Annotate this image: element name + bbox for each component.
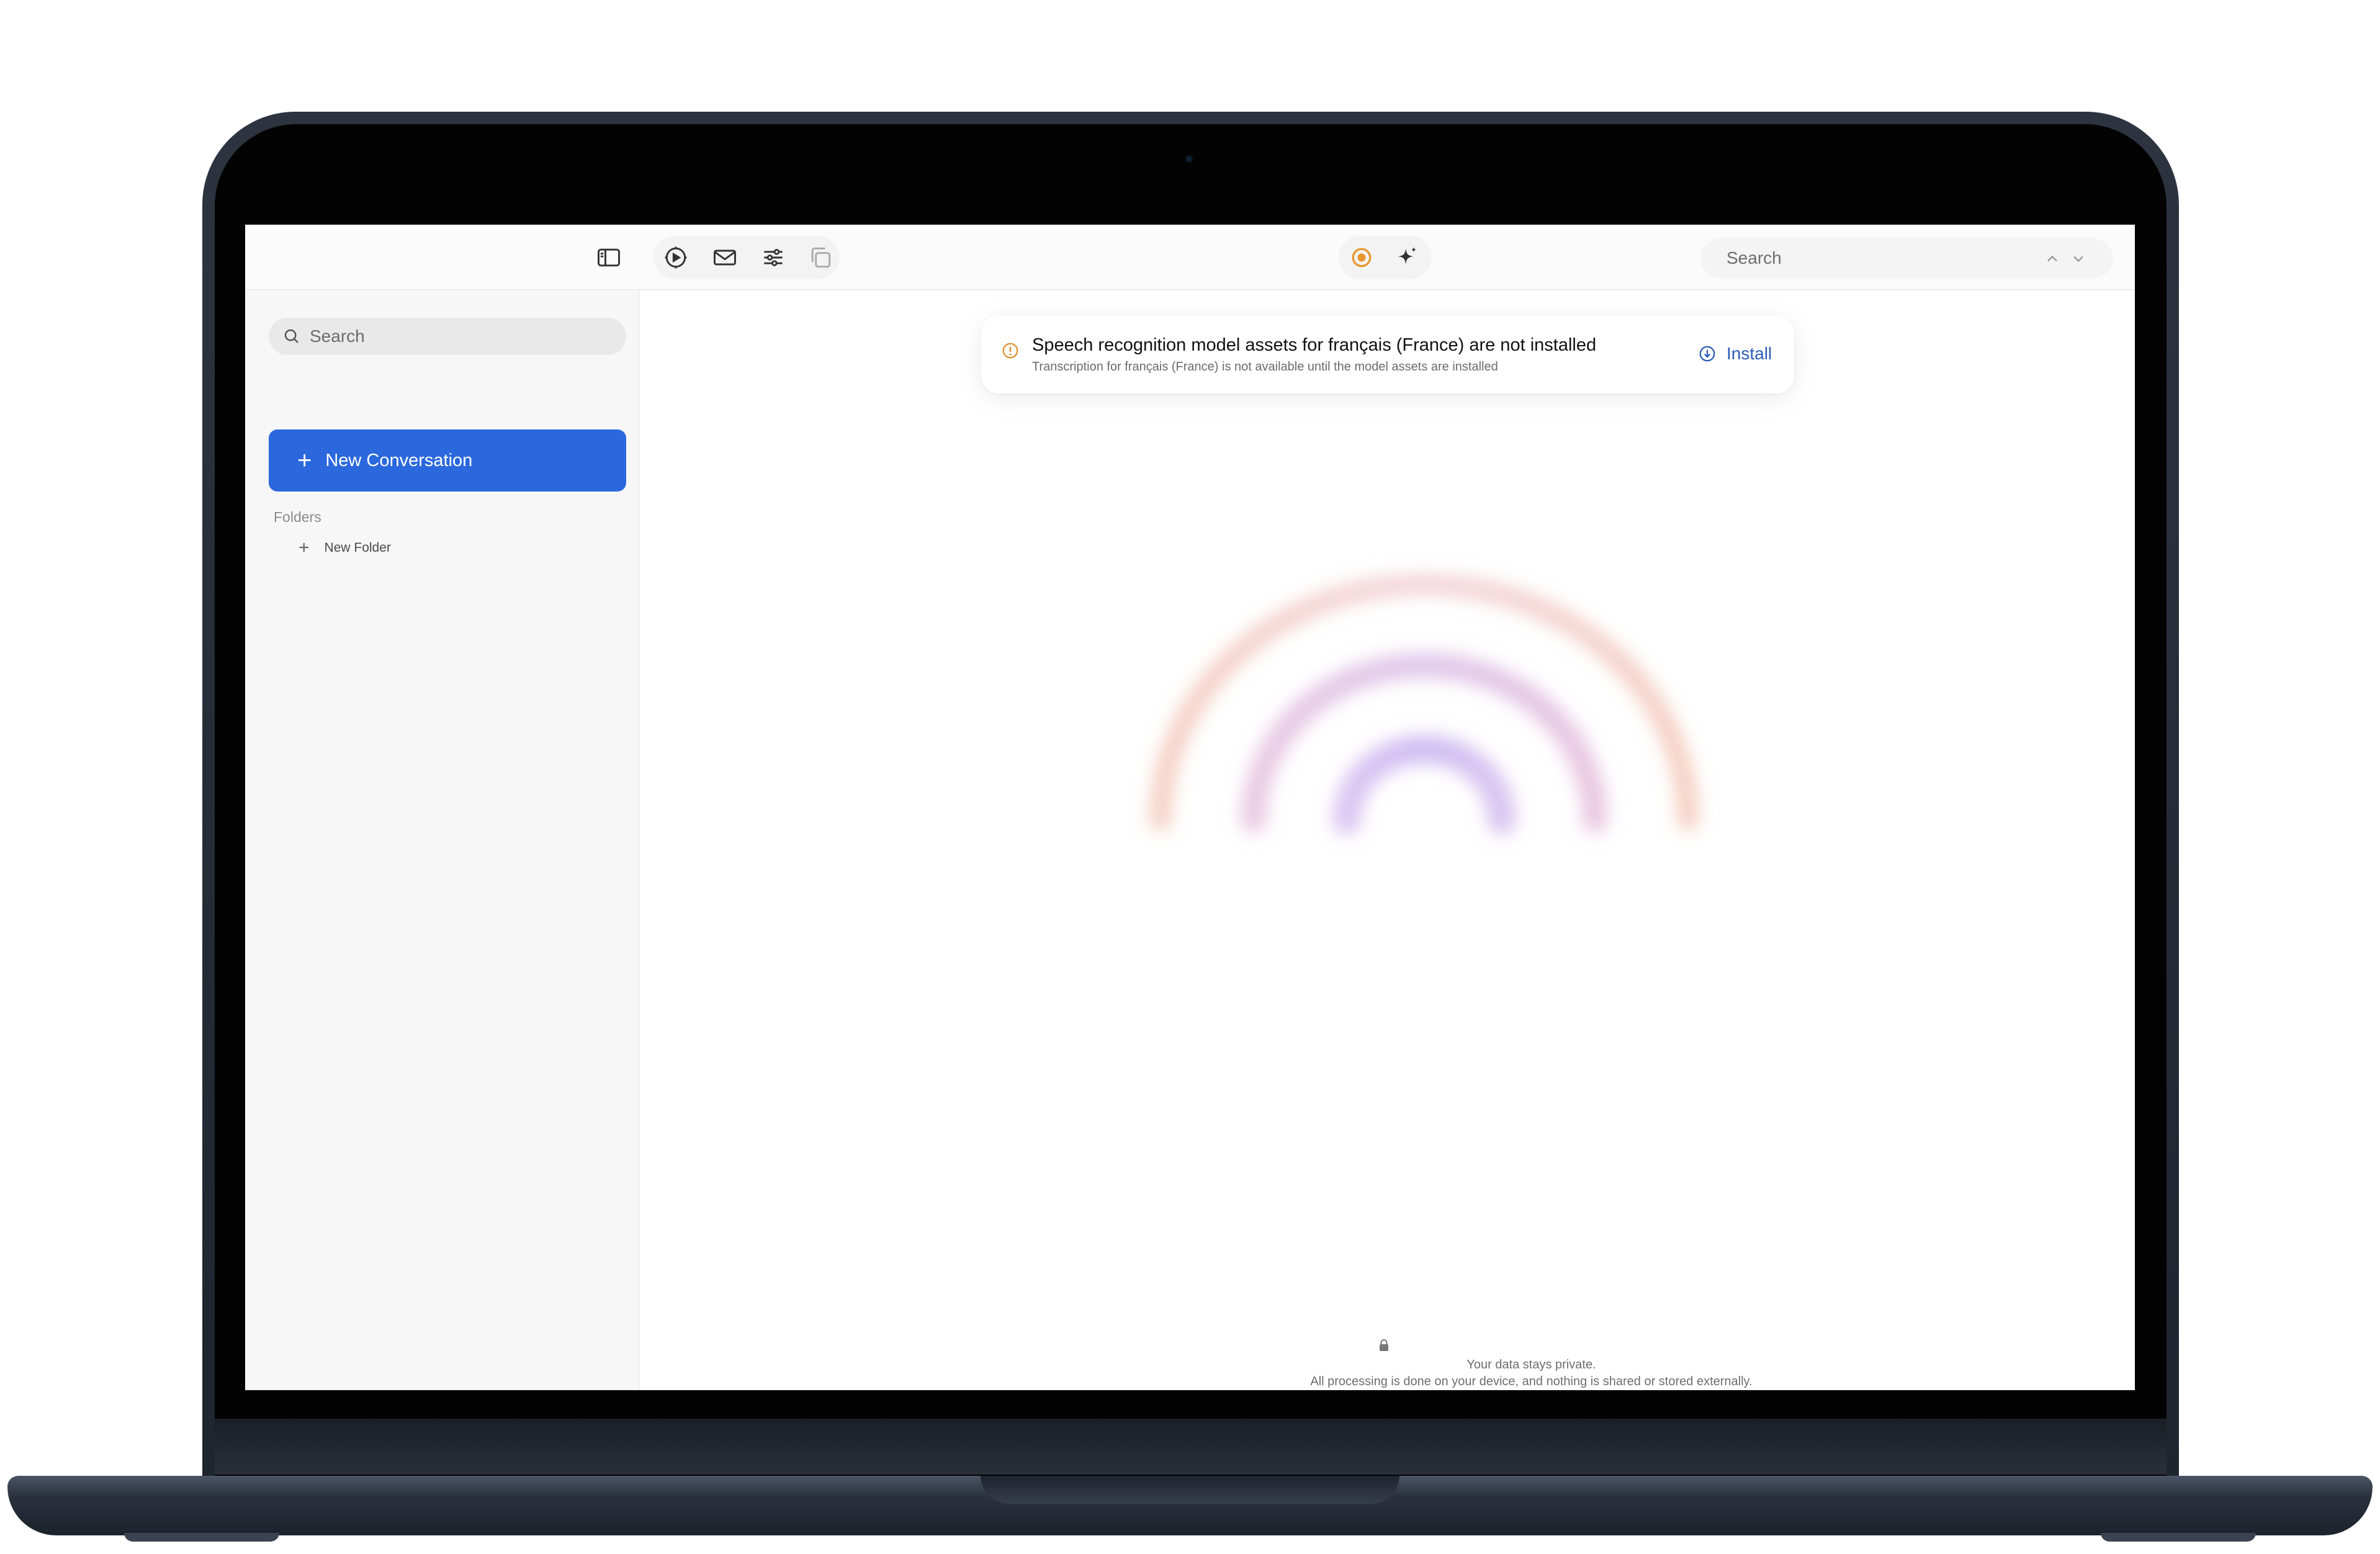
copy-icon[interactable] <box>806 243 835 272</box>
sidebar-search-placeholder: Search <box>310 326 365 346</box>
laptop-chin <box>215 1419 2167 1475</box>
sidebar-toggle-icon[interactable] <box>594 243 624 272</box>
toolbar: Search <box>245 225 2135 290</box>
privacy-detail: All processing is done on your device, a… <box>1310 1375 1753 1388</box>
banner-title: Speech recognition model assets for fran… <box>1032 335 1597 355</box>
install-button[interactable]: Install <box>1698 344 1772 364</box>
lock-icon <box>1380 1339 1388 1351</box>
sparkle-icon[interactable] <box>1392 243 1422 272</box>
banner-subtitle: Transcription for français (France) is n… <box>1032 360 1498 374</box>
sidebar-search-input[interactable]: Search <box>269 318 626 355</box>
sliders-icon[interactable] <box>758 243 788 272</box>
record-icon[interactable] <box>1347 243 1376 272</box>
app-window: Search Search + New Conversation Folders… <box>245 225 2135 1390</box>
sidebar: Search + New Conversation Folders + New … <box>245 290 640 1390</box>
toolbar-search-placeholder: Search <box>1727 248 1782 267</box>
laptop-foot <box>2101 1533 2256 1542</box>
privacy-headline: Your data stays private. <box>1466 1358 1596 1372</box>
search-icon <box>284 329 299 343</box>
plus-icon: + <box>299 537 310 558</box>
clock-play-icon[interactable] <box>661 243 691 272</box>
new-conversation-button[interactable]: + New Conversation <box>269 429 626 492</box>
plus-icon: + <box>297 447 312 474</box>
camera <box>1186 156 1192 162</box>
new-conversation-label: New Conversation <box>325 450 473 470</box>
chevron-up-icon[interactable] <box>2044 250 2061 267</box>
laptop-notch <box>981 1476 1399 1504</box>
chevron-down-icon[interactable] <box>2070 250 2087 267</box>
envelope-icon[interactable] <box>710 243 740 272</box>
laptop-foot <box>124 1533 279 1542</box>
download-icon <box>1699 346 1715 362</box>
new-folder-label: New Folder <box>324 541 391 555</box>
install-label: Install <box>1727 344 1772 363</box>
new-folder-button[interactable]: + New Folder <box>299 539 391 557</box>
listening-waves-graphic <box>1150 574 1699 835</box>
warning-icon <box>1002 343 1018 359</box>
model-missing-banner: Speech recognition model assets for fran… <box>981 315 1794 393</box>
folders-heading: Folders <box>274 509 321 525</box>
